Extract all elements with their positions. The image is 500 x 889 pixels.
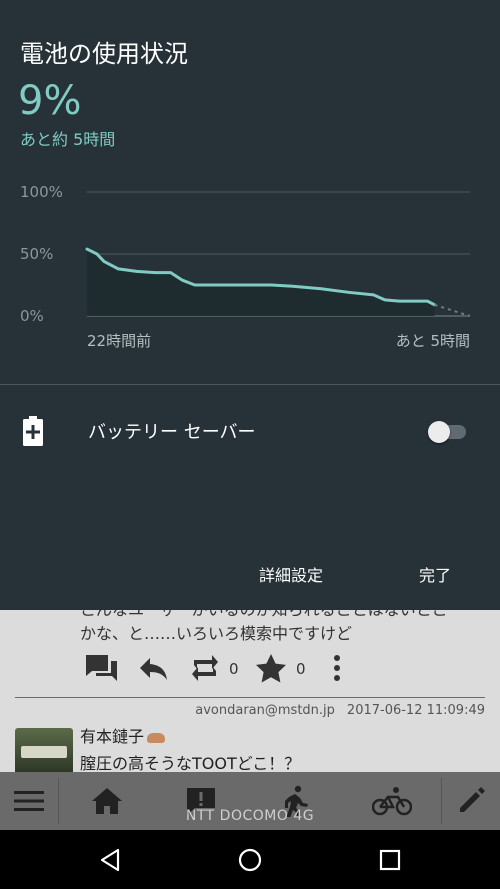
post-timestamp: 2017-06-12 11:09:49 bbox=[346, 703, 485, 718]
panel-divider bbox=[0, 384, 500, 385]
favourite-star-icon[interactable] bbox=[254, 653, 288, 683]
battery-projection-line bbox=[434, 303, 471, 317]
toggle-thumb bbox=[428, 421, 450, 443]
post-account[interactable]: avondaran@mstdn.jp bbox=[195, 703, 335, 718]
reply-icon[interactable] bbox=[138, 653, 170, 683]
post-divider bbox=[15, 697, 485, 698]
x-axis-end-label: あと 5時間 bbox=[396, 332, 470, 350]
time-remaining: あと約 5時間 bbox=[20, 130, 116, 149]
carrier-label: NTT DOCOMO 4G bbox=[185, 808, 315, 824]
crab-emoji-icon bbox=[147, 732, 166, 743]
boost-count: 0 bbox=[229, 660, 239, 678]
avatar[interactable] bbox=[15, 728, 73, 776]
x-axis-start-label: 22時間前 bbox=[87, 332, 151, 350]
author-name-text: 有本鏈子 bbox=[80, 727, 145, 746]
post-text-line: かな、と……いろいろ模索中ですけど bbox=[80, 624, 353, 643]
y-tick-label: 0% bbox=[20, 307, 44, 325]
favourite-count: 0 bbox=[296, 660, 306, 678]
panel-title: 電池の使用状況 bbox=[20, 40, 188, 68]
advanced-settings-button[interactable]: 詳細設定 bbox=[259, 562, 323, 586]
recents-icon[interactable] bbox=[360, 830, 420, 889]
battery-history-area bbox=[87, 249, 435, 316]
boost-icon[interactable] bbox=[188, 653, 222, 683]
y-tick-label: 50% bbox=[20, 245, 53, 263]
reply-thread-icon[interactable] bbox=[84, 653, 120, 683]
author-name[interactable]: 有本鏈子 bbox=[80, 723, 166, 747]
back-icon[interactable] bbox=[80, 830, 140, 889]
more-options-icon[interactable] bbox=[330, 653, 344, 683]
battery-usage-panel: 電池の使用状況 9% あと約 5時間 100% 50% 0% 22時間前 あと 5時間… bbox=[0, 0, 500, 610]
done-button[interactable]: 完了 bbox=[419, 562, 451, 586]
toot-text: 膣圧の高そうなTOOTどこ！？ bbox=[80, 754, 301, 773]
system-nav-bar bbox=[0, 830, 500, 889]
home-circle-icon[interactable] bbox=[220, 830, 280, 889]
battery-history-chart: 100% 50% 0% 22時間前 あと 5時間 bbox=[20, 183, 471, 350]
battery-percent: 9% bbox=[18, 78, 82, 124]
battery-saver-label: バッテリー セーバー bbox=[88, 422, 256, 443]
post-meta: avondaran@mstdn.jp 2017-06-12 11:09:49 bbox=[183, 703, 485, 718]
battery-saver-toggle[interactable] bbox=[428, 421, 468, 443]
battery-saver-icon bbox=[23, 416, 43, 446]
y-tick-label: 100% bbox=[20, 183, 63, 201]
